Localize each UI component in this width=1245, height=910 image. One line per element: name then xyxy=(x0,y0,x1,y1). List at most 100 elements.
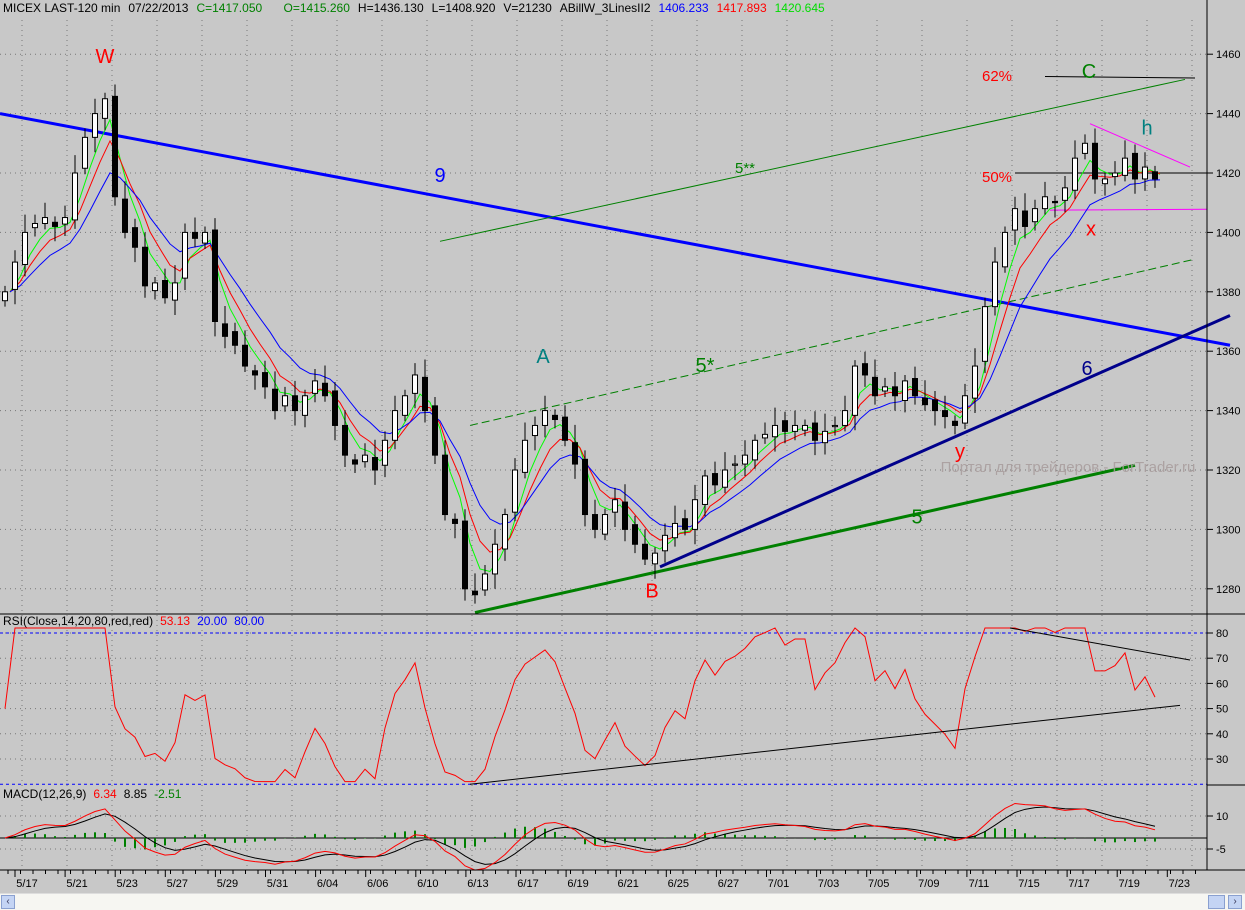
candle-down xyxy=(252,370,258,376)
candle-down xyxy=(642,543,648,560)
date-label: 7/05 xyxy=(868,878,889,890)
candle-up xyxy=(752,439,758,461)
rsi-tick-label: 40 xyxy=(1216,729,1228,741)
open-value: O=1415.260 xyxy=(283,1,350,15)
candle-up xyxy=(42,217,48,224)
candle-down xyxy=(462,520,468,590)
wave-label: h xyxy=(1141,117,1152,139)
candle-down xyxy=(472,590,478,596)
candle-up xyxy=(1082,142,1088,154)
candle-down xyxy=(432,405,438,456)
price-tick-label: 1280 xyxy=(1216,584,1240,596)
chart-background xyxy=(0,0,1245,893)
candle-up xyxy=(1142,166,1148,180)
macd-header: MACD(12,26,9) 6.34 8.85 -2.51 xyxy=(3,787,188,801)
candle-up xyxy=(522,439,528,473)
candle-up xyxy=(402,395,408,416)
watermark: Портал для трейдеров - ForTrader.ru xyxy=(941,459,1196,476)
close-value: C=1417.050 xyxy=(196,1,263,15)
candle-down xyxy=(52,221,58,227)
candle-up xyxy=(742,454,748,465)
price-tick-label: 1420 xyxy=(1216,168,1240,180)
candle-up xyxy=(602,514,608,535)
candle-down xyxy=(922,397,928,406)
price-tick-label: 1360 xyxy=(1216,346,1240,358)
candle-down xyxy=(372,457,378,471)
candle-up xyxy=(32,222,38,229)
high-value: H=1436.130 xyxy=(357,1,424,15)
candle-up xyxy=(992,261,998,308)
candle-down xyxy=(192,231,198,239)
candle-up xyxy=(762,433,768,439)
rsi-high: 80.00 xyxy=(234,614,265,628)
candle-down xyxy=(632,524,638,545)
date-label: 6/25 xyxy=(668,878,689,890)
candle-up xyxy=(502,514,508,550)
wave-label: 5 xyxy=(911,506,922,528)
candle-up xyxy=(1062,187,1068,201)
candle-up xyxy=(1042,196,1048,210)
ma-red-value: 1417.893 xyxy=(716,1,767,15)
date-label: 5/23 xyxy=(116,878,137,890)
rsi-tick-label: 50 xyxy=(1216,704,1228,716)
candle-up xyxy=(1112,172,1118,178)
candle-down xyxy=(1022,210,1028,227)
candle-up xyxy=(542,410,548,426)
candle-up xyxy=(1012,208,1018,231)
candle-down xyxy=(262,372,268,388)
rsi-header: RSI(Close,14,20,80,red,red) 53.13 20.00 80.… xyxy=(3,614,271,628)
price-chart[interactable]: W9 5**A 5*B56yx50%62% Ch Портал для трейдер… xyxy=(0,0,1245,893)
candle-down xyxy=(1132,152,1138,180)
rsi-tick-label: 80 xyxy=(1216,628,1228,640)
date-label: 5/31 xyxy=(267,878,288,890)
candle-up xyxy=(392,410,398,441)
date: 07/22/2013 xyxy=(128,1,189,15)
candle-down xyxy=(712,473,718,486)
candle-up xyxy=(1032,208,1038,223)
candle-up xyxy=(482,573,488,591)
horizontal-scrollbar[interactable]: ‹ › xyxy=(0,893,1245,910)
candle-up xyxy=(692,499,698,530)
candle-down xyxy=(592,514,598,530)
scroll-left-button[interactable]: ‹ xyxy=(1,895,15,909)
wave-label: B xyxy=(645,581,658,603)
candle-up xyxy=(512,469,518,513)
candle-down xyxy=(1152,171,1158,180)
candle-up xyxy=(492,543,498,575)
scroll-right-button[interactable]: › xyxy=(1228,895,1242,909)
macd-label: MACD(12,26,9) xyxy=(3,787,87,801)
date-label: 7/03 xyxy=(818,878,839,890)
wave-label: 62% xyxy=(982,68,1012,85)
candle-up xyxy=(532,424,538,437)
macd-signal: 8.85 xyxy=(123,787,148,801)
date-label: 7/11 xyxy=(969,878,990,890)
candle-down xyxy=(332,390,338,426)
chart-header: MICEX LAST-120 min 07/22/2013 C=1417.050 O… xyxy=(3,1,833,15)
price-tick-label: 1400 xyxy=(1216,227,1240,239)
candle-down xyxy=(942,410,948,418)
candle-up xyxy=(62,217,68,225)
indicator-name: ABillW_3LinesII2 xyxy=(559,1,651,15)
date-label: 5/29 xyxy=(217,878,238,890)
candle-down xyxy=(422,376,428,412)
candle-down xyxy=(142,246,148,287)
candle-up xyxy=(182,231,188,279)
date-label: 7/15 xyxy=(1018,878,1039,890)
candle-down xyxy=(322,382,328,397)
price-tick-label: 1460 xyxy=(1216,49,1240,61)
candle-down xyxy=(622,501,628,530)
candle-up xyxy=(282,395,288,407)
date-label: 7/23 xyxy=(1169,878,1190,890)
candle-down xyxy=(232,331,238,346)
candle-down xyxy=(782,420,788,432)
candle-down xyxy=(552,414,558,421)
candle-down xyxy=(872,376,878,397)
candle-down xyxy=(572,442,578,465)
rsi-tick-label: 70 xyxy=(1216,653,1228,665)
candle-down xyxy=(122,198,128,233)
date-label: 7/01 xyxy=(768,878,789,890)
scroll-thumb[interactable] xyxy=(1208,895,1225,909)
date-label: 6/10 xyxy=(417,878,438,890)
candle-up xyxy=(92,113,98,138)
candle-up xyxy=(972,365,978,399)
